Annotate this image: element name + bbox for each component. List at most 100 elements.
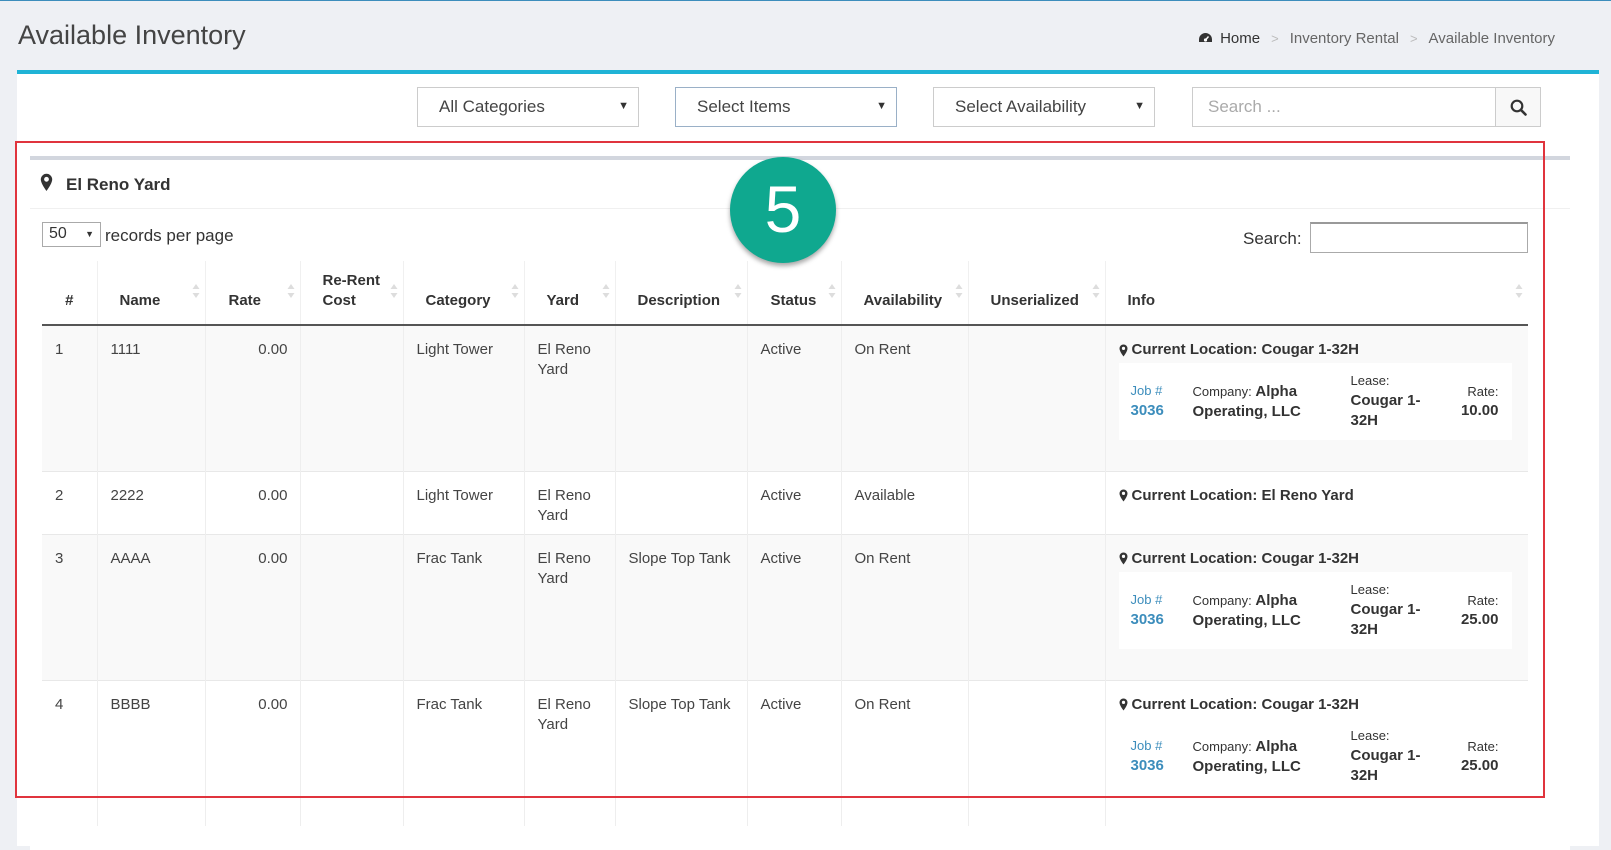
items-select[interactable]: Select Items ▼ (675, 87, 897, 127)
category-select[interactable]: All Categories ▼ (417, 87, 639, 127)
cell-availability: On Rent (840, 533, 968, 680)
cell-info: Current Location: Cougar 1-32H Job # 303… (1104, 533, 1528, 680)
sort-icon (192, 284, 199, 298)
current-location-text: Current Location: Cougar 1-32H (1131, 341, 1360, 358)
current-location: Current Location: Cougar 1-32H (1119, 695, 1517, 715)
table-row[interactable]: 3 AAAA 0.00 Frac Tank El Reno Yard Slope… (42, 533, 1528, 680)
cell-status: Active (746, 324, 841, 471)
lease-label: Lease: (1350, 581, 1390, 597)
inventory-table: # Name Rate Re-Rent Cost Category Yard D… (42, 261, 1528, 826)
table-row[interactable]: 4 BBBB 0.00 Frac Tank El Reno Yard Slope… (42, 679, 1528, 826)
search-button[interactable] (1495, 87, 1541, 127)
lease-name: Cougar 1-32H (1350, 392, 1421, 429)
column-header-rate[interactable]: Rate (204, 261, 300, 326)
company: Company: Alpha Operating, LLC (1192, 591, 1301, 629)
company: Company: Alpha Operating, LLC (1192, 383, 1301, 420)
lease-rate: 25.00 (1460, 756, 1499, 774)
cell-number: 3 (42, 533, 97, 680)
cell-availability: On Rent (840, 324, 968, 471)
sort-icon (287, 284, 294, 298)
rate-label: Rate: (1467, 592, 1499, 608)
category-select-value: All Categories (439, 97, 545, 116)
records-per-page-value: 50 (49, 225, 67, 242)
company: Company: Alpha Operating, LLC (1192, 737, 1301, 775)
cell-unserialized (967, 470, 1105, 534)
rate-label: Rate: (1467, 384, 1499, 399)
cell-description: Slope Top Tank (614, 533, 747, 680)
cell-number: 2 (42, 470, 97, 534)
cell-availability: Available (840, 470, 968, 534)
column-header-rerent-cost[interactable]: Re-Rent Cost (299, 261, 403, 326)
breadcrumb-home-label: Home (1220, 30, 1261, 47)
caret-down-icon: ▼ (618, 100, 629, 112)
current-location-text: Current Location: El Reno Yard (1131, 486, 1354, 504)
current-location: Current Location: Cougar 1-32H (1119, 340, 1517, 360)
top-border (0, 0, 1611, 1)
records-per-page-select[interactable]: 50 ▼ (42, 222, 101, 247)
map-marker-icon (40, 173, 53, 191)
table-search-input[interactable] (1310, 222, 1528, 253)
sort-icon (390, 284, 397, 298)
column-header-availability[interactable]: Availability (840, 261, 968, 326)
cell-yard: El Reno Yard (523, 324, 615, 471)
cell-rerent-cost (299, 533, 403, 680)
dashboard-icon (1198, 32, 1213, 45)
job-number-link[interactable]: 3036 (1131, 610, 1164, 630)
cell-yard: El Reno Yard (523, 470, 615, 534)
map-marker-icon (1119, 344, 1127, 356)
availability-select-value: Select Availability (955, 97, 1087, 116)
search-placeholder: Search ... (1208, 97, 1281, 116)
search-icon (1510, 99, 1527, 116)
breadcrumb-home[interactable]: Home (1198, 30, 1260, 47)
cell-rate: 0.00 (204, 470, 300, 534)
breadcrumb-inventory-rental[interactable]: Inventory Rental (1290, 30, 1399, 47)
cell-description: Slope Top Tank (614, 679, 747, 826)
column-header-category[interactable]: Category (402, 261, 524, 326)
lease-name: Cougar 1-32H (1350, 600, 1421, 638)
column-header-description[interactable]: Description (614, 261, 747, 326)
column-header-yard[interactable]: Yard (523, 261, 615, 326)
table-row[interactable]: 1 1111 0.00 Light Tower El Reno Yard Act… (42, 324, 1528, 471)
current-location-text: Current Location: Cougar 1-32H (1131, 695, 1360, 713)
records-per-page-label: records per page (105, 226, 234, 245)
cell-name: BBBB (96, 679, 205, 826)
cell-status: Active (746, 679, 841, 826)
sort-icon (511, 284, 518, 298)
breadcrumb-current: Available Inventory (1428, 30, 1555, 47)
sort-icon (1515, 284, 1523, 298)
cell-category: Frac Tank (402, 533, 524, 680)
cell-name: 2222 (96, 470, 205, 534)
cell-rerent-cost (299, 324, 403, 471)
job-label: Job # (1130, 383, 1163, 398)
cell-number: 1 (42, 324, 97, 471)
search-input[interactable]: Search ... (1192, 87, 1496, 127)
column-header-unserialized[interactable]: Unserialized (967, 261, 1105, 326)
job-number-link[interactable]: 3036 (1131, 401, 1164, 421)
column-header-status[interactable]: Status (746, 261, 841, 326)
sort-icon (734, 284, 741, 298)
availability-select[interactable]: Select Availability ▼ (933, 87, 1155, 127)
cell-rate: 0.00 (204, 324, 300, 471)
caret-down-icon: ▼ (1134, 100, 1145, 112)
cell-number: 4 (42, 679, 97, 826)
table-row[interactable]: 2 2222 0.00 Light Tower El Reno Yard Act… (42, 470, 1528, 534)
column-header-name[interactable]: Name (96, 261, 205, 326)
cell-name: AAAA (96, 533, 205, 680)
cell-info: Current Location: El Reno Yard (1104, 470, 1528, 534)
cell-rate: 0.00 (204, 533, 300, 680)
cell-unserialized (967, 324, 1105, 471)
current-location-text: Current Location: Cougar 1-32H (1131, 549, 1360, 567)
cell-unserialized (967, 533, 1105, 680)
cell-rerent-cost (299, 679, 403, 826)
page-title: Available Inventory (18, 20, 246, 50)
sort-icon (828, 284, 835, 298)
cell-yard: El Reno Yard (523, 679, 615, 826)
column-header-number[interactable]: # (42, 261, 97, 326)
cell-unserialized (967, 679, 1105, 826)
lease-card: Job # 3036 Company: Alpha Operating, LLC… (1118, 571, 1512, 649)
job-number-link[interactable]: 3036 (1131, 756, 1164, 776)
column-header-info[interactable]: Info (1104, 261, 1528, 326)
cell-rate: 0.00 (204, 679, 300, 826)
lease-card: Job # 3036 Company: Alpha Operating, LLC… (1118, 717, 1512, 795)
breadcrumb-separator: > (1409, 31, 1418, 46)
